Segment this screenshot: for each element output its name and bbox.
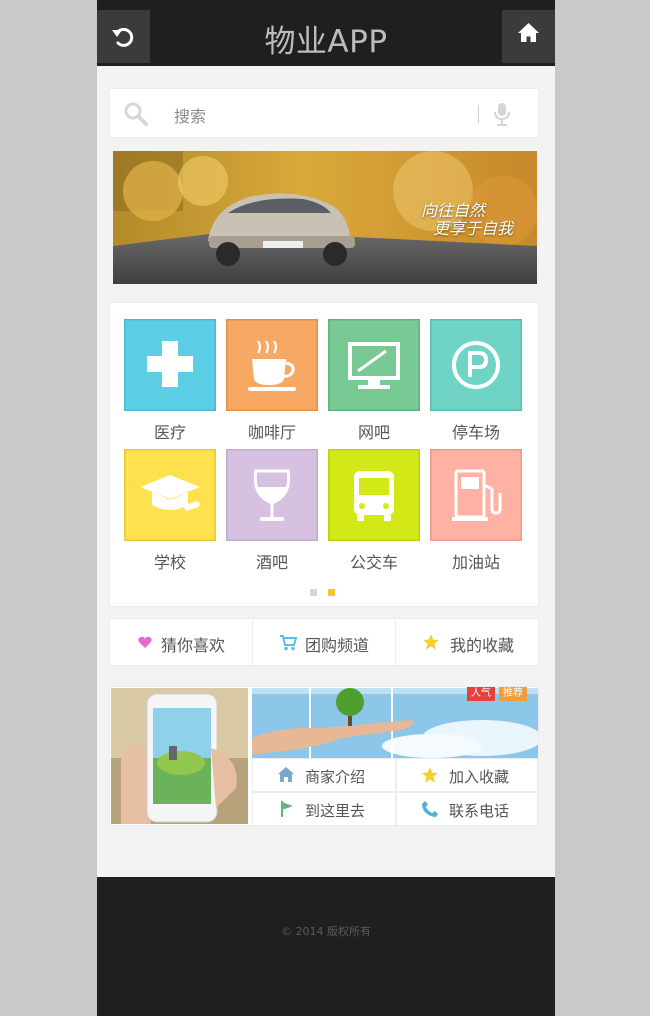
contact-phone-label: 联系电话 [449, 802, 510, 820]
quick-menu: 猜你喜欢 团购频道 我的收藏 [109, 618, 539, 666]
category-tile-parking[interactable] [428, 317, 524, 413]
pager-dot-2[interactable] [328, 589, 335, 596]
home-icon [278, 767, 294, 782]
monitor-icon [326, 317, 422, 413]
add-favorite-button[interactable]: 加入收藏 [396, 758, 538, 792]
cart-icon [280, 635, 297, 651]
home-button[interactable] [502, 10, 555, 63]
category-tile-cafe[interactable] [224, 317, 320, 413]
category-label-medical: 医疗 [153, 423, 186, 442]
microphone-icon[interactable] [492, 101, 512, 127]
merchant-card: 人气 推荐 商家介绍 加入收藏 到这里去 联系电话 [109, 686, 539, 826]
category-tile-medical[interactable] [122, 317, 218, 413]
badge-popular: 人气 [467, 687, 495, 701]
fuel-pump-icon [428, 447, 524, 543]
medical-cross-icon [122, 317, 218, 413]
search-divider [478, 105, 479, 123]
contact-phone-button[interactable]: 联系电话 [396, 792, 538, 826]
top-bar: 物业APP [97, 0, 555, 66]
phone-in-hand-image[interactable] [111, 688, 248, 824]
category-label-school: 学校 [153, 553, 186, 572]
category-grid: 医疗 咖啡厅 网吧 停车场 学校 酒吧 公交车 加油站 [109, 302, 539, 607]
pager-dot-1[interactable] [310, 589, 317, 596]
badge-recommend: 推荐 [499, 687, 527, 701]
category-tile-school[interactable] [122, 447, 218, 543]
banner-line2: 更享于自我 [433, 219, 514, 238]
quick-menu-favorites[interactable]: 我的收藏 [396, 619, 538, 665]
phone-icon [422, 801, 438, 817]
quick-menu-label: 我的收藏 [450, 636, 515, 655]
promo-banner[interactable]: 向往自然 更享于自我 [113, 151, 537, 284]
hand-tree-image[interactable] [252, 688, 538, 758]
parking-icon [428, 317, 524, 413]
graduation-cap-icon [122, 447, 218, 543]
quick-menu-guess-like[interactable]: 猜你喜欢 [110, 619, 253, 665]
category-label-bar: 酒吧 [255, 553, 288, 572]
heart-icon [138, 636, 152, 648]
home-icon [518, 23, 539, 42]
quick-menu-label: 团购频道 [305, 636, 370, 655]
app-title: 物业APP [264, 24, 388, 60]
merchant-intro-label: 商家介绍 [305, 768, 366, 786]
add-favorite-label: 加入收藏 [449, 768, 510, 786]
copyright-text: © 2014 版权所有 [281, 925, 371, 938]
category-tile-internet-cafe[interactable] [326, 317, 422, 413]
category-tile-gas-station[interactable] [428, 447, 524, 543]
wine-glass-icon [224, 447, 320, 543]
category-label-bus: 公交车 [349, 553, 398, 572]
flag-icon [281, 801, 293, 817]
quick-menu-label: 猜你喜欢 [161, 636, 226, 655]
star-icon [423, 634, 439, 650]
coffee-cup-icon [224, 317, 320, 413]
category-label-parking: 停车场 [451, 423, 500, 442]
category-label-gas-station: 加油站 [451, 553, 500, 572]
category-tile-bar[interactable] [224, 447, 320, 543]
category-tile-bus[interactable] [326, 447, 422, 543]
search-bar[interactable]: 搜索 [109, 88, 539, 138]
go-here-button[interactable]: 到这里去 [252, 792, 396, 826]
category-label-cafe: 咖啡厅 [247, 423, 296, 442]
phone-screen: 物业APP 搜索 向往自然 更享于自我 医疗 咖啡厅 网吧 停车场 学校 酒吧 … [97, 0, 555, 1016]
go-here-label: 到这里去 [305, 802, 366, 820]
star-icon [422, 767, 438, 783]
search-icon [124, 102, 148, 126]
quick-menu-group-buy[interactable]: 团购频道 [253, 619, 396, 665]
search-input[interactable]: 搜索 [174, 103, 206, 127]
category-label-internet-cafe: 网吧 [357, 423, 390, 442]
bus-icon [326, 447, 422, 543]
merchant-intro-button[interactable]: 商家介绍 [252, 758, 396, 792]
footer: © 2014 版权所有 [97, 877, 555, 1016]
